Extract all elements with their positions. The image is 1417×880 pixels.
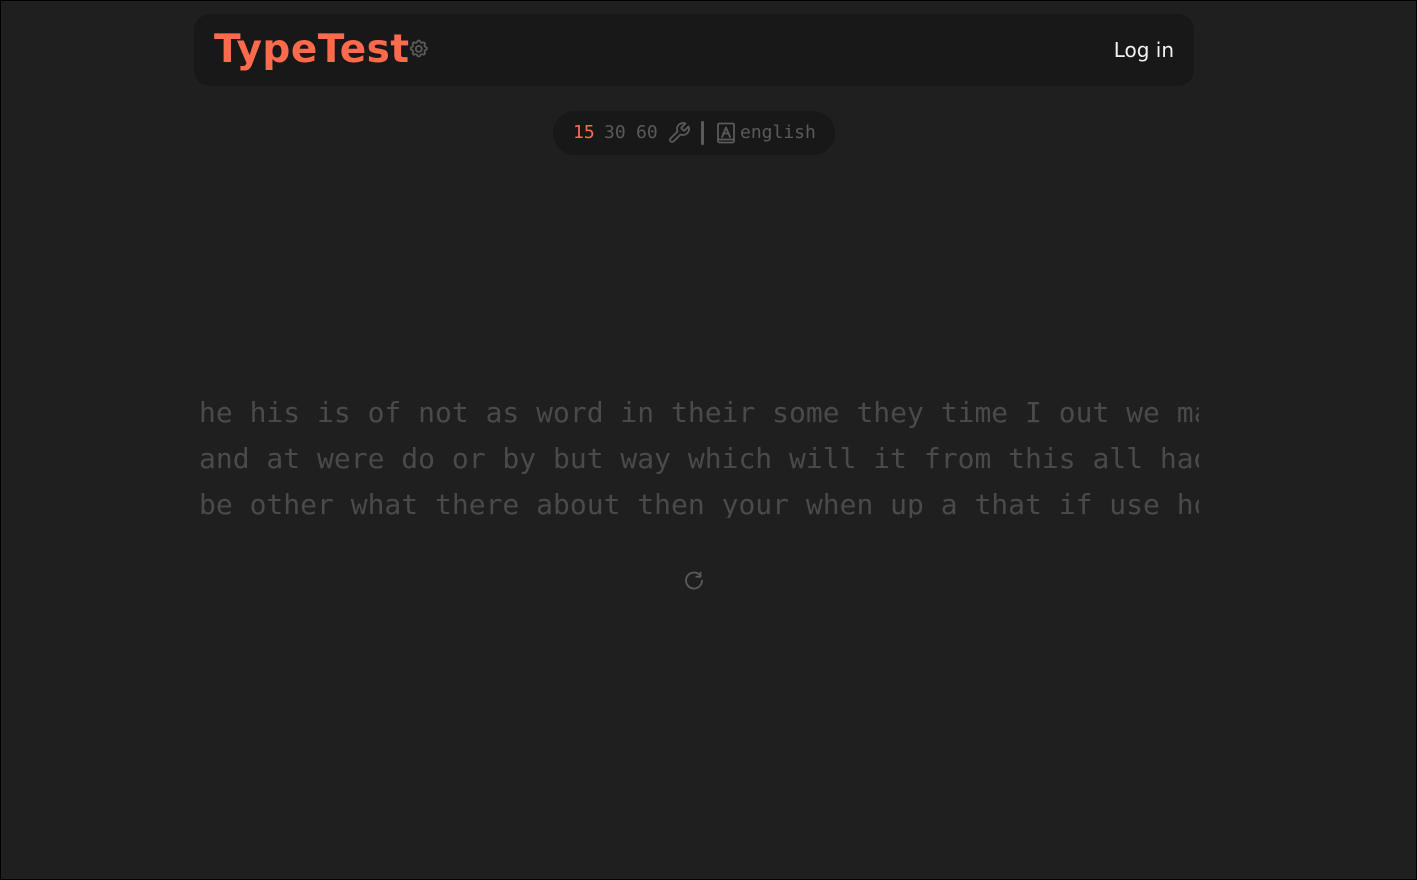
top-navbar: TypeTest Log in [194, 14, 1194, 86]
wrench-icon[interactable] [667, 121, 691, 145]
test-config-bar: 15 30 60 english [553, 111, 835, 155]
gear-icon[interactable] [407, 38, 431, 62]
logo[interactable]: TypeTest [214, 26, 410, 74]
word-line: he his is of not as word in their some t… [199, 396, 1199, 429]
word-line: and at were do or by but way which will … [199, 442, 1199, 475]
duration-30-button[interactable]: 30 [604, 122, 626, 144]
login-link[interactable]: Log in [1114, 37, 1174, 63]
restart-icon[interactable] [682, 569, 706, 593]
word-line: be other what there about then your when… [199, 488, 1199, 518]
config-divider [701, 121, 704, 145]
words-area[interactable]: he his is of not as word in their some t… [199, 390, 1199, 518]
language-selector[interactable]: english [740, 122, 816, 144]
duration-15-button[interactable]: 15 [573, 122, 595, 144]
duration-60-button[interactable]: 60 [636, 122, 658, 144]
language-book-icon[interactable] [714, 121, 738, 145]
